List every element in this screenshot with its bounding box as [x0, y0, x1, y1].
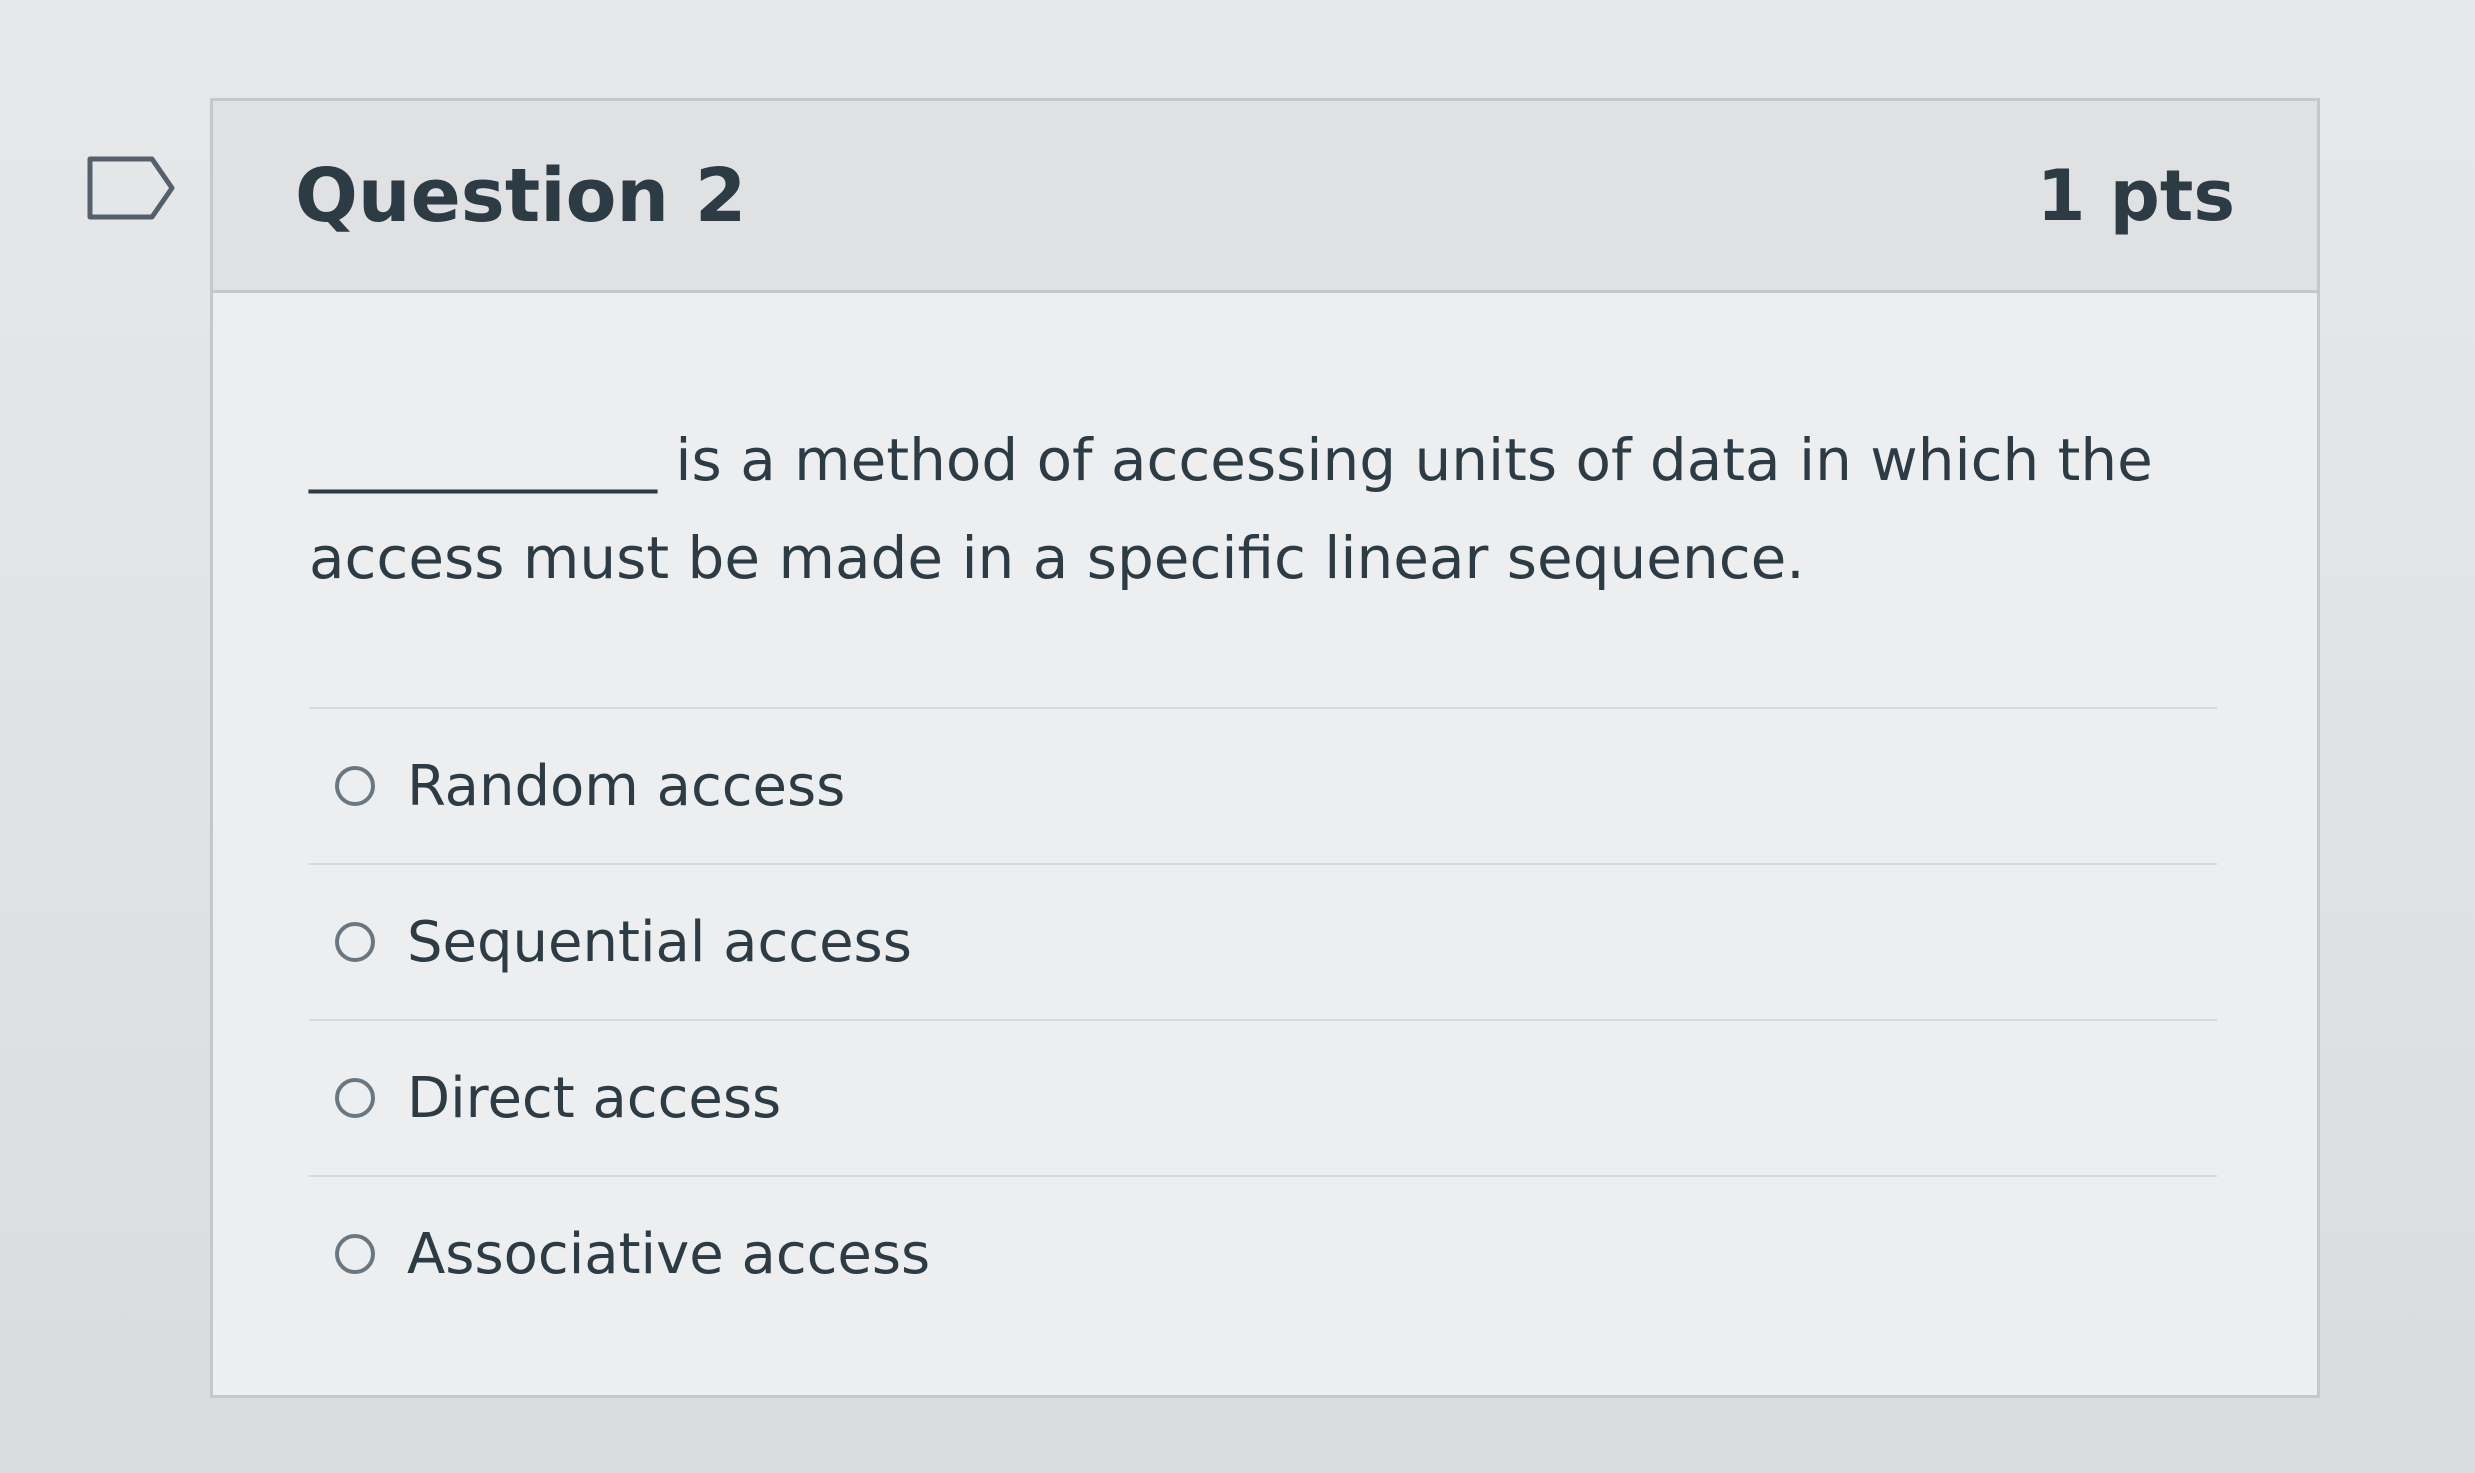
- radio-button-icon[interactable]: [335, 1078, 375, 1118]
- answer-label[interactable]: Random access: [407, 754, 845, 819]
- question-points: 1 pts: [2036, 154, 2235, 237]
- question-card: Question 2 1 pts ____________ is a metho…: [210, 98, 2320, 1398]
- question-title: Question 2: [295, 152, 747, 239]
- answer-option[interactable]: Direct access: [309, 1021, 2217, 1177]
- answer-option[interactable]: Random access: [309, 709, 2217, 865]
- answer-label[interactable]: Associative access: [407, 1222, 930, 1287]
- radio-button-icon[interactable]: [335, 1234, 375, 1274]
- radio-button-icon[interactable]: [335, 766, 375, 806]
- question-body: ____________ is a method of accessing un…: [213, 411, 2317, 1331]
- question-text: ____________ is a method of accessing un…: [309, 426, 2153, 592]
- radio-button-icon[interactable]: [335, 922, 375, 962]
- question-header: Question 2 1 pts: [213, 101, 2317, 293]
- answer-option[interactable]: Associative access: [309, 1177, 2217, 1331]
- answer-list: Random access Sequential access Direct a…: [309, 707, 2217, 1331]
- answer-label[interactable]: Sequential access: [407, 910, 912, 975]
- flag-question-icon[interactable]: [86, 155, 176, 221]
- answer-label[interactable]: Direct access: [407, 1066, 781, 1131]
- answer-option[interactable]: Sequential access: [309, 865, 2217, 1021]
